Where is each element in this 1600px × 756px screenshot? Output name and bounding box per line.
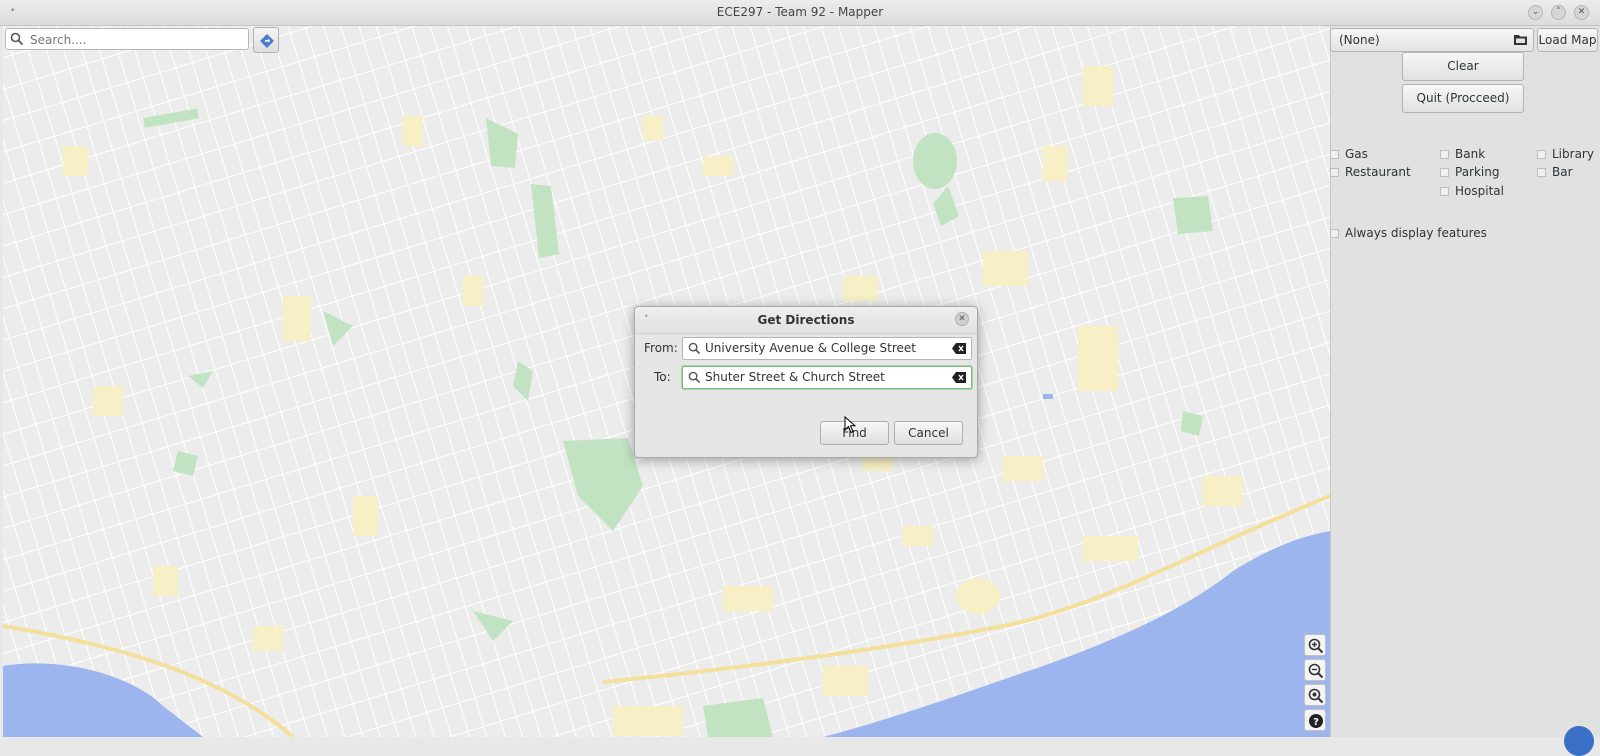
checkbox-always-display[interactable]: Always display features xyxy=(1330,226,1487,240)
from-label: From: xyxy=(644,341,678,355)
directions-icon xyxy=(260,34,274,48)
close-icon[interactable]: ✕ xyxy=(955,312,969,326)
checkbox-box[interactable] xyxy=(1537,167,1546,177)
zoom-out-button[interactable] xyxy=(1304,659,1326,681)
checkbox-box[interactable] xyxy=(1330,149,1339,159)
cancel-button[interactable]: Cancel xyxy=(894,421,963,445)
search-icon xyxy=(688,371,701,384)
map-select[interactable]: (None) xyxy=(1330,28,1534,52)
zoom-in-button[interactable] xyxy=(1304,634,1326,656)
checkbox-box[interactable] xyxy=(1330,228,1339,238)
checkbox-label: Bar xyxy=(1552,165,1573,179)
load-map-button[interactable]: Load Map xyxy=(1537,28,1598,52)
close-window-button[interactable]: ✕ xyxy=(1574,5,1589,20)
search-box xyxy=(5,28,249,50)
checkbox-bank[interactable]: Bank xyxy=(1440,147,1485,161)
control-panel xyxy=(1330,26,1600,737)
dialog-title: Get Directions xyxy=(757,313,855,327)
checkbox-label: Restaurant xyxy=(1345,165,1411,179)
checkbox-box[interactable] xyxy=(1440,149,1449,159)
mouse-cursor-icon xyxy=(844,416,856,434)
to-label: To: xyxy=(654,370,671,384)
map-select-value: (None) xyxy=(1339,33,1380,47)
help-icon: ? xyxy=(1309,714,1323,728)
checkbox-bar[interactable]: Bar xyxy=(1537,165,1573,179)
checkbox-label: Bank xyxy=(1455,147,1486,161)
checkbox-restaurant[interactable]: Restaurant xyxy=(1330,165,1411,179)
clear-icon[interactable] xyxy=(952,343,966,354)
checkbox-library[interactable]: Library xyxy=(1537,147,1594,161)
get-directions-dialog: • Get Directions ✕ From: University Aven… xyxy=(634,306,978,458)
search-icon xyxy=(688,342,701,355)
clear-button[interactable]: Clear xyxy=(1402,52,1524,81)
checkbox-parking[interactable]: Parking xyxy=(1440,165,1500,179)
checkbox-label: Parking xyxy=(1455,165,1500,179)
zoom-in-icon xyxy=(1308,638,1324,654)
search-input[interactable] xyxy=(28,30,247,50)
checkbox-box[interactable] xyxy=(1440,167,1449,177)
search-icon xyxy=(10,32,24,46)
to-input-value: Shuter Street & Church Street xyxy=(705,370,885,384)
title-bar: • ECE297 - Team 92 - Mapper ⌄ ˄ ✕ xyxy=(0,0,1600,26)
window-title: ECE297 - Team 92 - Mapper xyxy=(716,5,884,19)
folder-icon xyxy=(1514,35,1527,45)
checkbox-box[interactable] xyxy=(1537,149,1546,159)
dialog-header: • Get Directions ✕ xyxy=(635,307,977,334)
maximize-button[interactable]: ˄ xyxy=(1551,5,1566,20)
floating-action-button[interactable] xyxy=(1564,726,1594,756)
checkbox-hospital[interactable]: Hospital xyxy=(1440,184,1504,198)
zoom-fit-button[interactable] xyxy=(1304,684,1326,706)
to-field[interactable]: Shuter Street & Church Street xyxy=(682,366,972,389)
checkbox-box[interactable] xyxy=(1440,186,1449,196)
checkbox-box[interactable] xyxy=(1330,167,1339,177)
checkbox-label: Hospital xyxy=(1455,184,1504,198)
checkbox-label: Always display features xyxy=(1345,226,1487,240)
minimize-button[interactable]: ⌄ xyxy=(1528,5,1543,20)
quit-button[interactable]: Quit (Procceed) xyxy=(1402,84,1524,113)
from-input-value: University Avenue & College Street xyxy=(705,341,916,355)
svg-text:?: ? xyxy=(1313,717,1319,728)
clear-icon[interactable] xyxy=(952,372,966,383)
checkbox-gas[interactable]: Gas xyxy=(1330,147,1368,161)
checkbox-label: Library xyxy=(1552,147,1594,161)
from-field[interactable]: University Avenue & College Street xyxy=(682,337,972,360)
help-button[interactable]: ? xyxy=(1304,709,1326,731)
zoom-out-icon xyxy=(1308,663,1324,679)
zoom-fit-icon xyxy=(1308,688,1324,704)
checkbox-label: Gas xyxy=(1345,147,1368,161)
directions-button[interactable] xyxy=(253,27,279,53)
